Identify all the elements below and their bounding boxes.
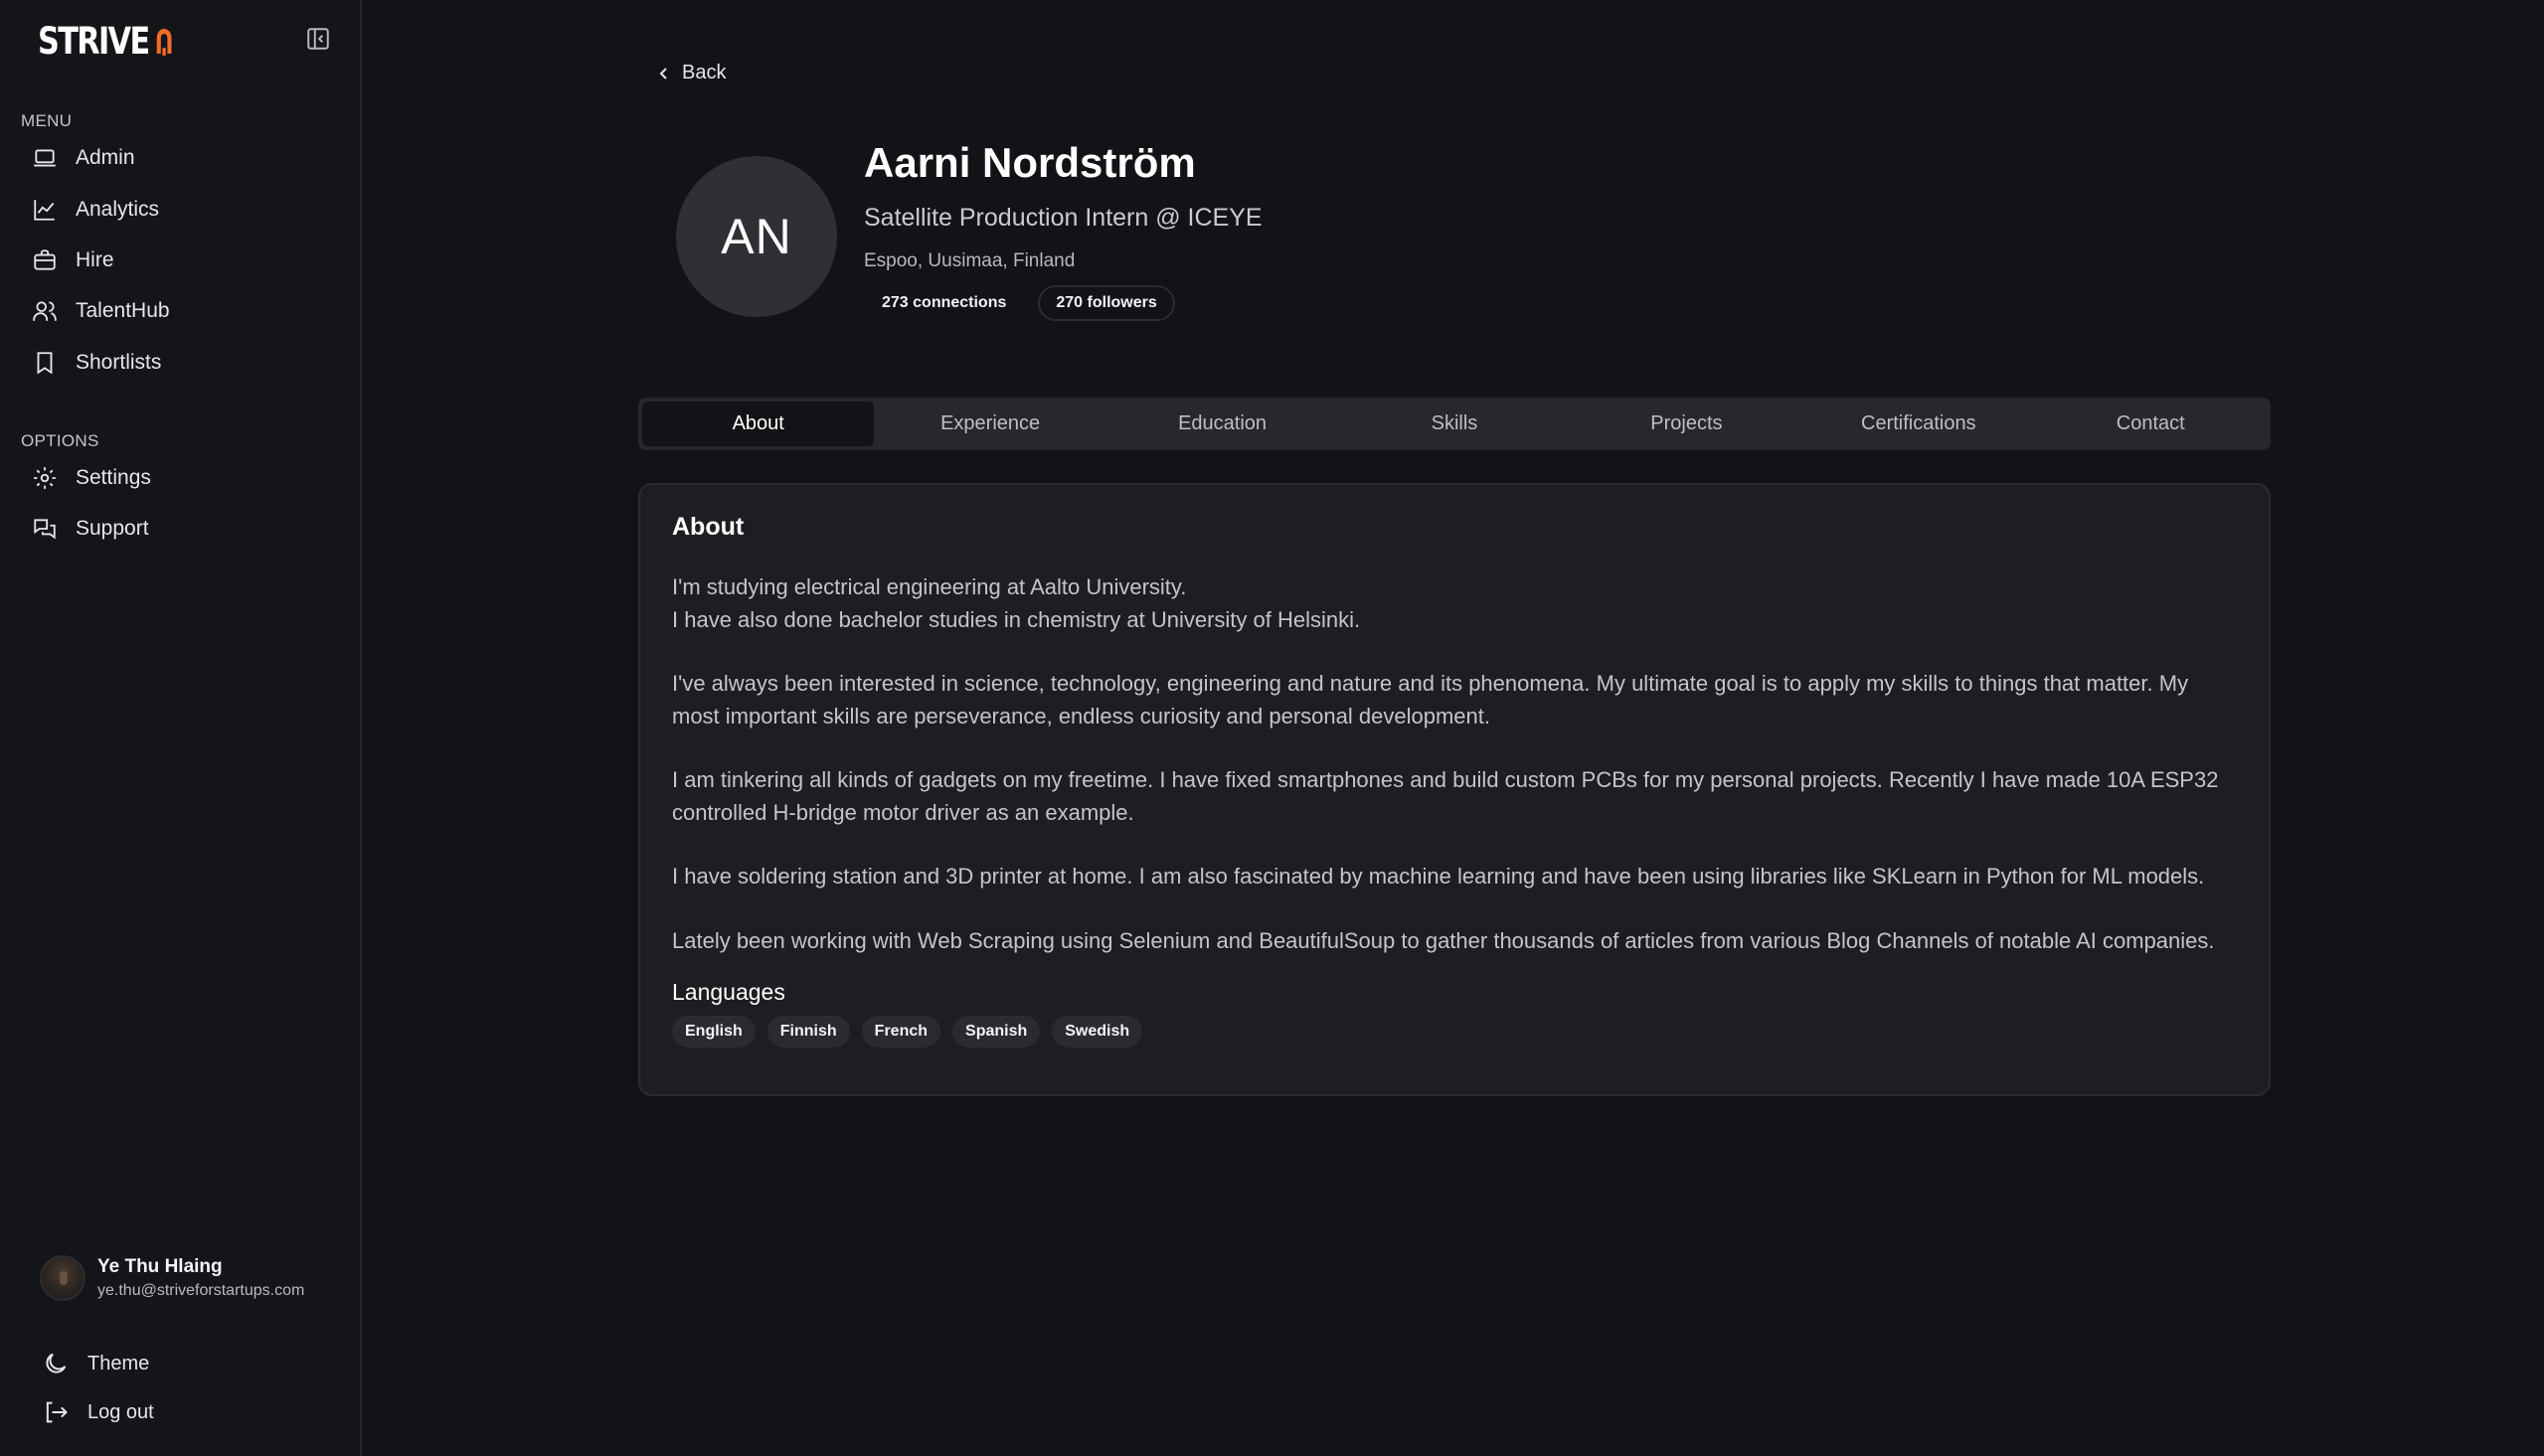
avatar	[40, 1255, 85, 1301]
moon-icon	[46, 1353, 67, 1374]
tab-education[interactable]: Education	[1106, 402, 1338, 446]
sidebar-collapse-icon[interactable]	[305, 26, 331, 52]
about-paragraph: I am tinkering all kinds of gadgets on m…	[672, 767, 2219, 825]
sidebar: STRIVE MENU Admin Analytics Hire TalentH…	[0, 0, 362, 1456]
sidebar-item-analytics[interactable]: Analytics	[32, 190, 330, 230]
tab-experience[interactable]: Experience	[874, 402, 1105, 446]
laptop-icon	[34, 149, 56, 167]
sidebar-item-talenthub[interactable]: TalentHub	[32, 291, 330, 331]
user-email: ye.thu@striveforstartups.com	[97, 1282, 305, 1299]
user-card[interactable]: Ye Thu Hlaing ye.thu@striveforstartups.c…	[40, 1255, 304, 1301]
profile-tabs: About Experience Education Skills Projec…	[638, 398, 2271, 450]
users-icon	[33, 301, 57, 321]
about-paragraph: I have soldering station and 3D printer …	[672, 864, 2205, 889]
back-button[interactable]: Back	[656, 62, 726, 84]
about-paragraph: I've always been interested in science, …	[672, 671, 2189, 728]
language-chip: English	[672, 1016, 756, 1048]
logout-button[interactable]: Log out	[42, 1398, 154, 1426]
tab-projects[interactable]: Projects	[1571, 402, 1802, 446]
chart-line-icon	[34, 200, 55, 221]
profile-headline: Satellite Production Intern @ ICEYE	[864, 204, 1263, 232]
tab-about[interactable]: About	[642, 402, 875, 446]
menu-section-label: MENU	[21, 111, 73, 130]
languages-title: Languages	[672, 979, 785, 1005]
languages-list: English Finnish French Spanish Swedish	[672, 1016, 2237, 1048]
sidebar-item-label: TalentHub	[76, 299, 170, 322]
chat-icon	[34, 519, 56, 540]
strive-logo[interactable]: STRIVE	[38, 20, 175, 63]
language-chip: Swedish	[1052, 1016, 1143, 1048]
logout-label: Log out	[87, 1400, 154, 1423]
about-card: About I'm studying electrical engineerin…	[638, 483, 2271, 1096]
about-paragraph: Lately been working with Web Scraping us…	[672, 927, 2215, 953]
briefcase-icon	[34, 249, 56, 270]
connections-count: 273 connections	[882, 294, 1007, 311]
language-chip: Finnish	[766, 1016, 850, 1048]
bookmark-icon	[37, 352, 53, 375]
logout-icon	[46, 1401, 68, 1423]
sidebar-item-label: Analytics	[76, 198, 160, 221]
followers-count: 270 followers	[1038, 285, 1175, 321]
back-label: Back	[682, 62, 727, 83]
sidebar-item-label: Admin	[76, 146, 135, 169]
sidebar-item-settings[interactable]: Settings	[32, 458, 330, 498]
user-name: Ye Thu Hlaing	[97, 1256, 223, 1277]
tab-certifications[interactable]: Certifications	[1802, 402, 2034, 446]
sidebar-item-label: Shortlists	[76, 351, 162, 374]
profile-avatar: AN	[676, 156, 837, 317]
gear-icon	[34, 467, 56, 489]
options-section-label: OPTIONS	[21, 431, 99, 450]
sidebar-item-support[interactable]: Support	[32, 509, 330, 549]
sidebar-item-label: Support	[76, 517, 149, 540]
sidebar-item-hire[interactable]: Hire	[32, 241, 330, 280]
sidebar-item-label: Settings	[76, 466, 151, 489]
brand-mark-icon	[156, 28, 172, 56]
chevron-left-icon	[659, 67, 667, 80]
theme-label: Theme	[87, 1352, 150, 1375]
profile-location: Espoo, Uusimaa, Finland	[864, 250, 1076, 271]
theme-toggle[interactable]: Theme	[42, 1350, 149, 1377]
brand-name: STRIVE	[38, 20, 150, 63]
sidebar-item-admin[interactable]: Admin	[32, 138, 330, 178]
sidebar-item-label: Hire	[76, 248, 114, 271]
profile-name: Aarni Nordström	[864, 139, 1196, 186]
profile-stats: 273 connections 270 followers	[864, 285, 1175, 321]
tab-skills[interactable]: Skills	[1338, 402, 1570, 446]
sidebar-item-shortlists[interactable]: Shortlists	[32, 343, 330, 383]
language-chip: French	[861, 1016, 941, 1048]
about-title: About	[672, 513, 745, 541]
tab-contact[interactable]: Contact	[2035, 402, 2267, 446]
language-chip: Spanish	[952, 1016, 1041, 1048]
about-paragraph: I'm studying electrical engineering at A…	[672, 574, 1361, 632]
